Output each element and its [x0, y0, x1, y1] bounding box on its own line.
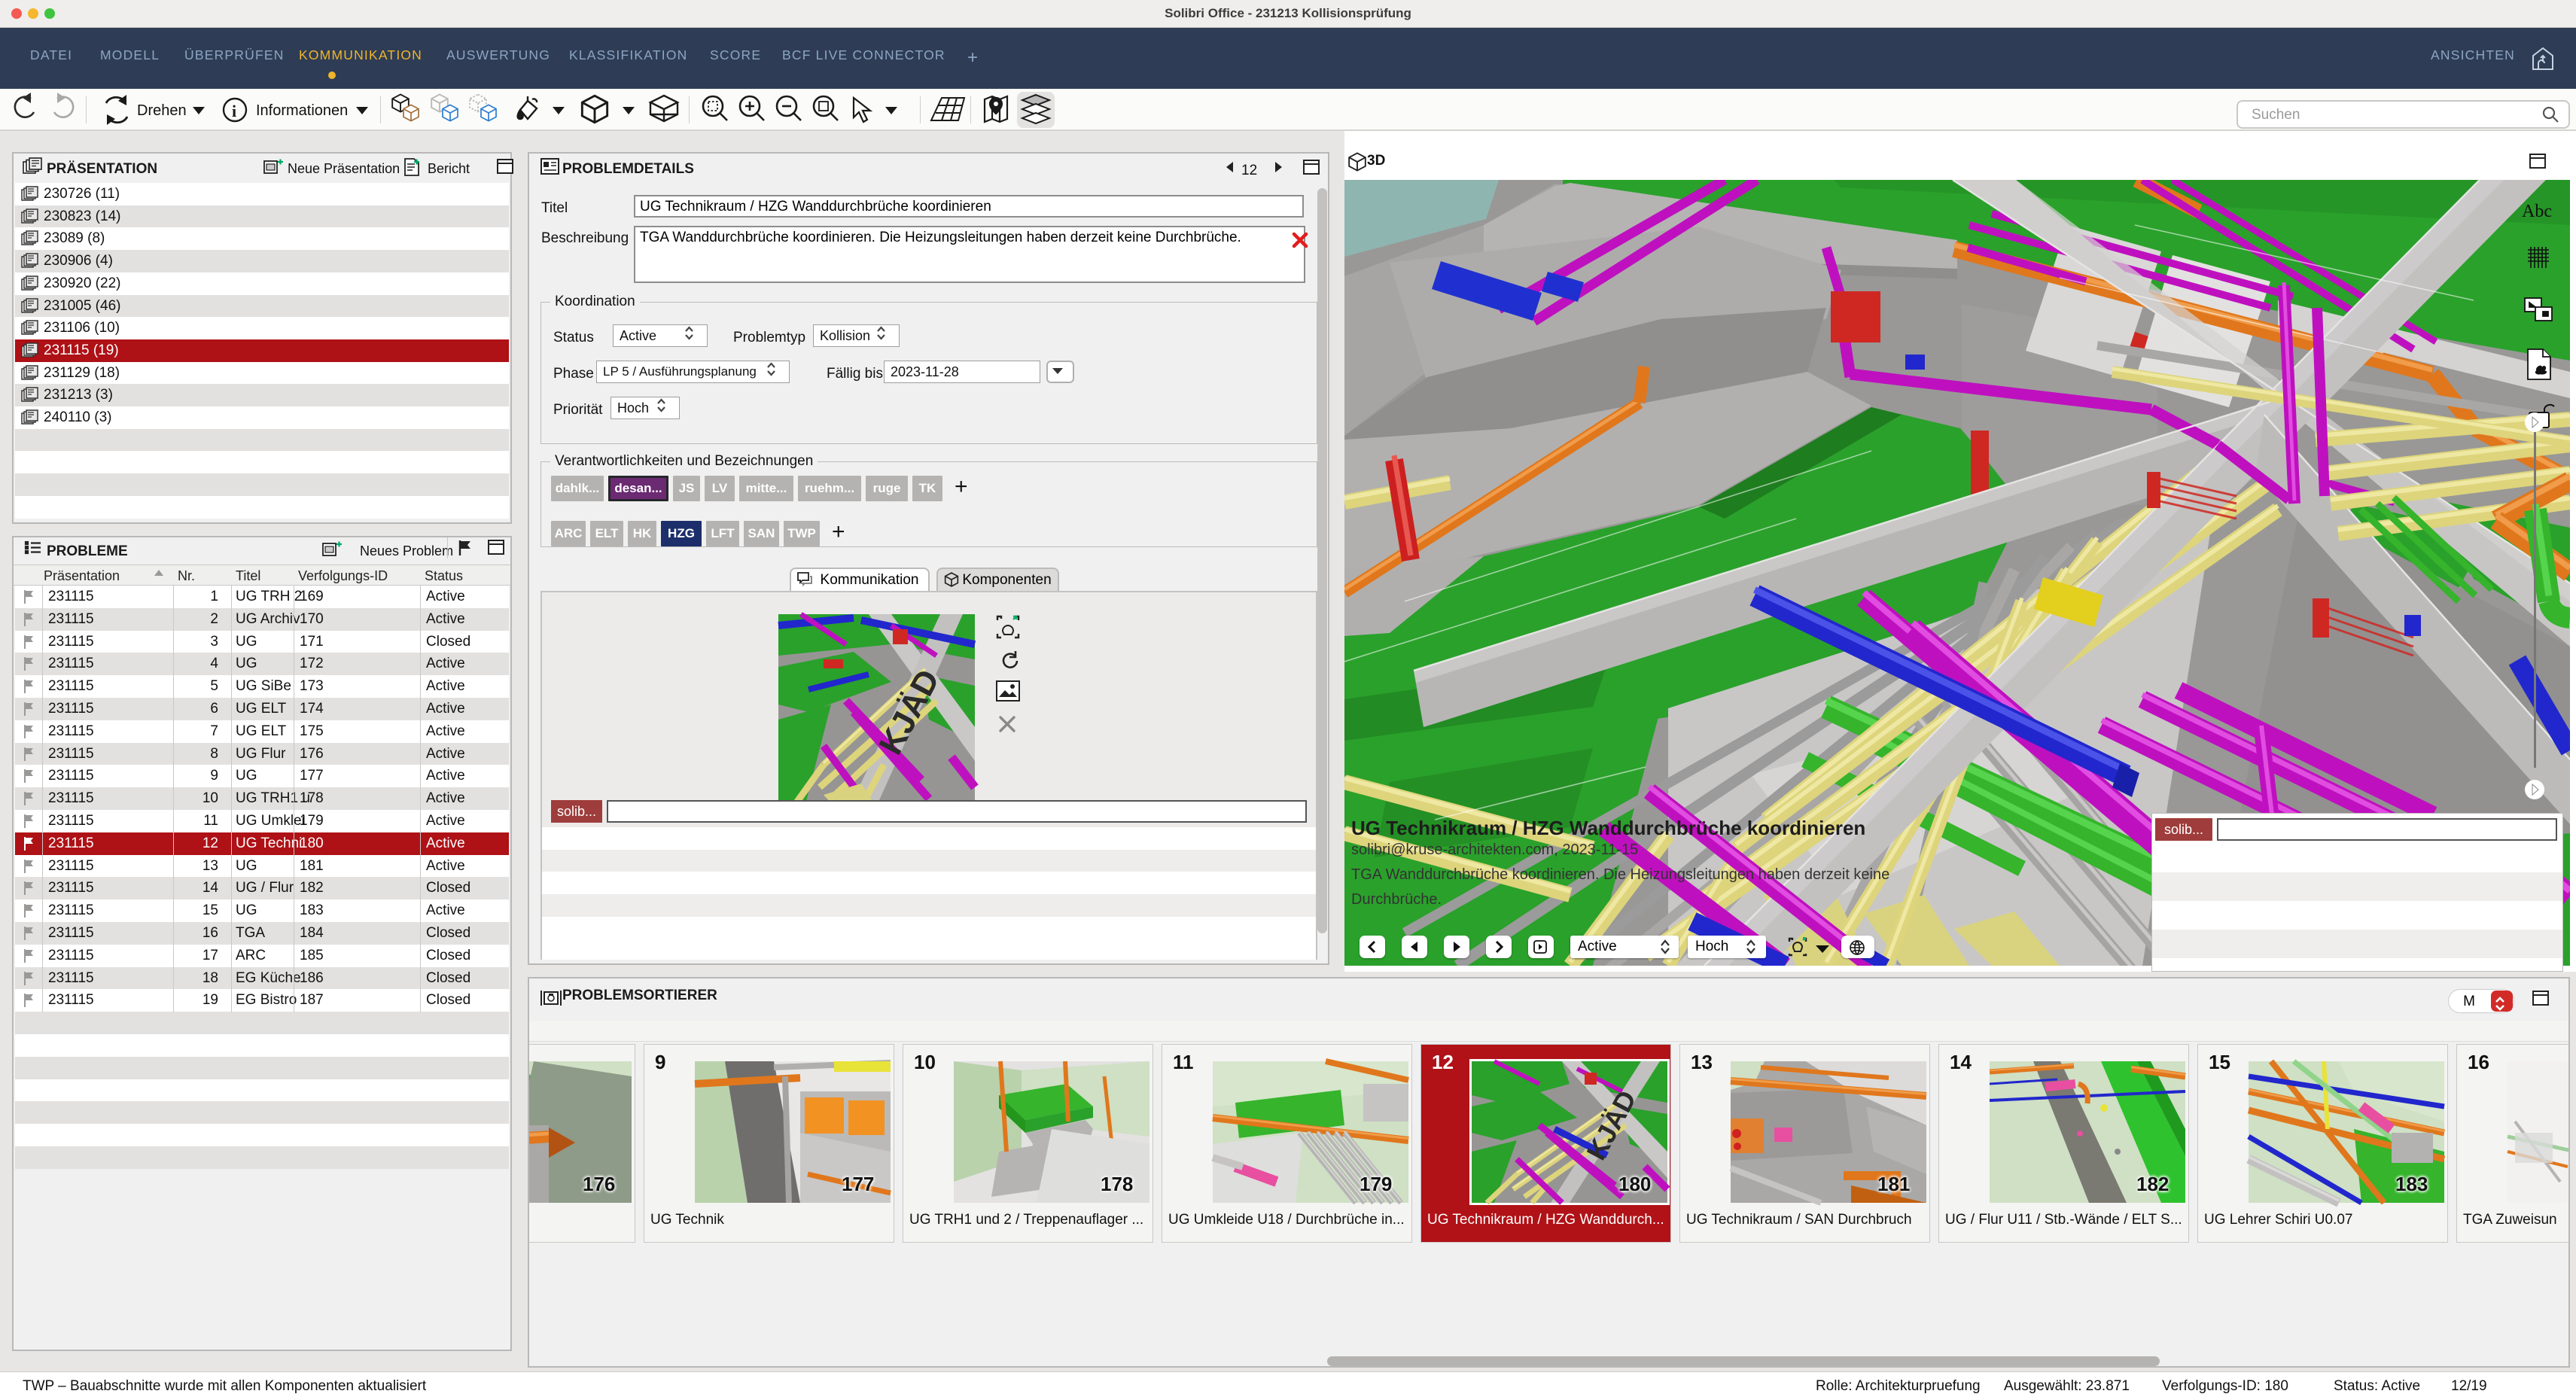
svg-text:i: i: [232, 102, 236, 120]
svg-text:Drehen: Drehen: [137, 102, 187, 119]
svg-text:Informationen: Informationen: [256, 102, 348, 119]
